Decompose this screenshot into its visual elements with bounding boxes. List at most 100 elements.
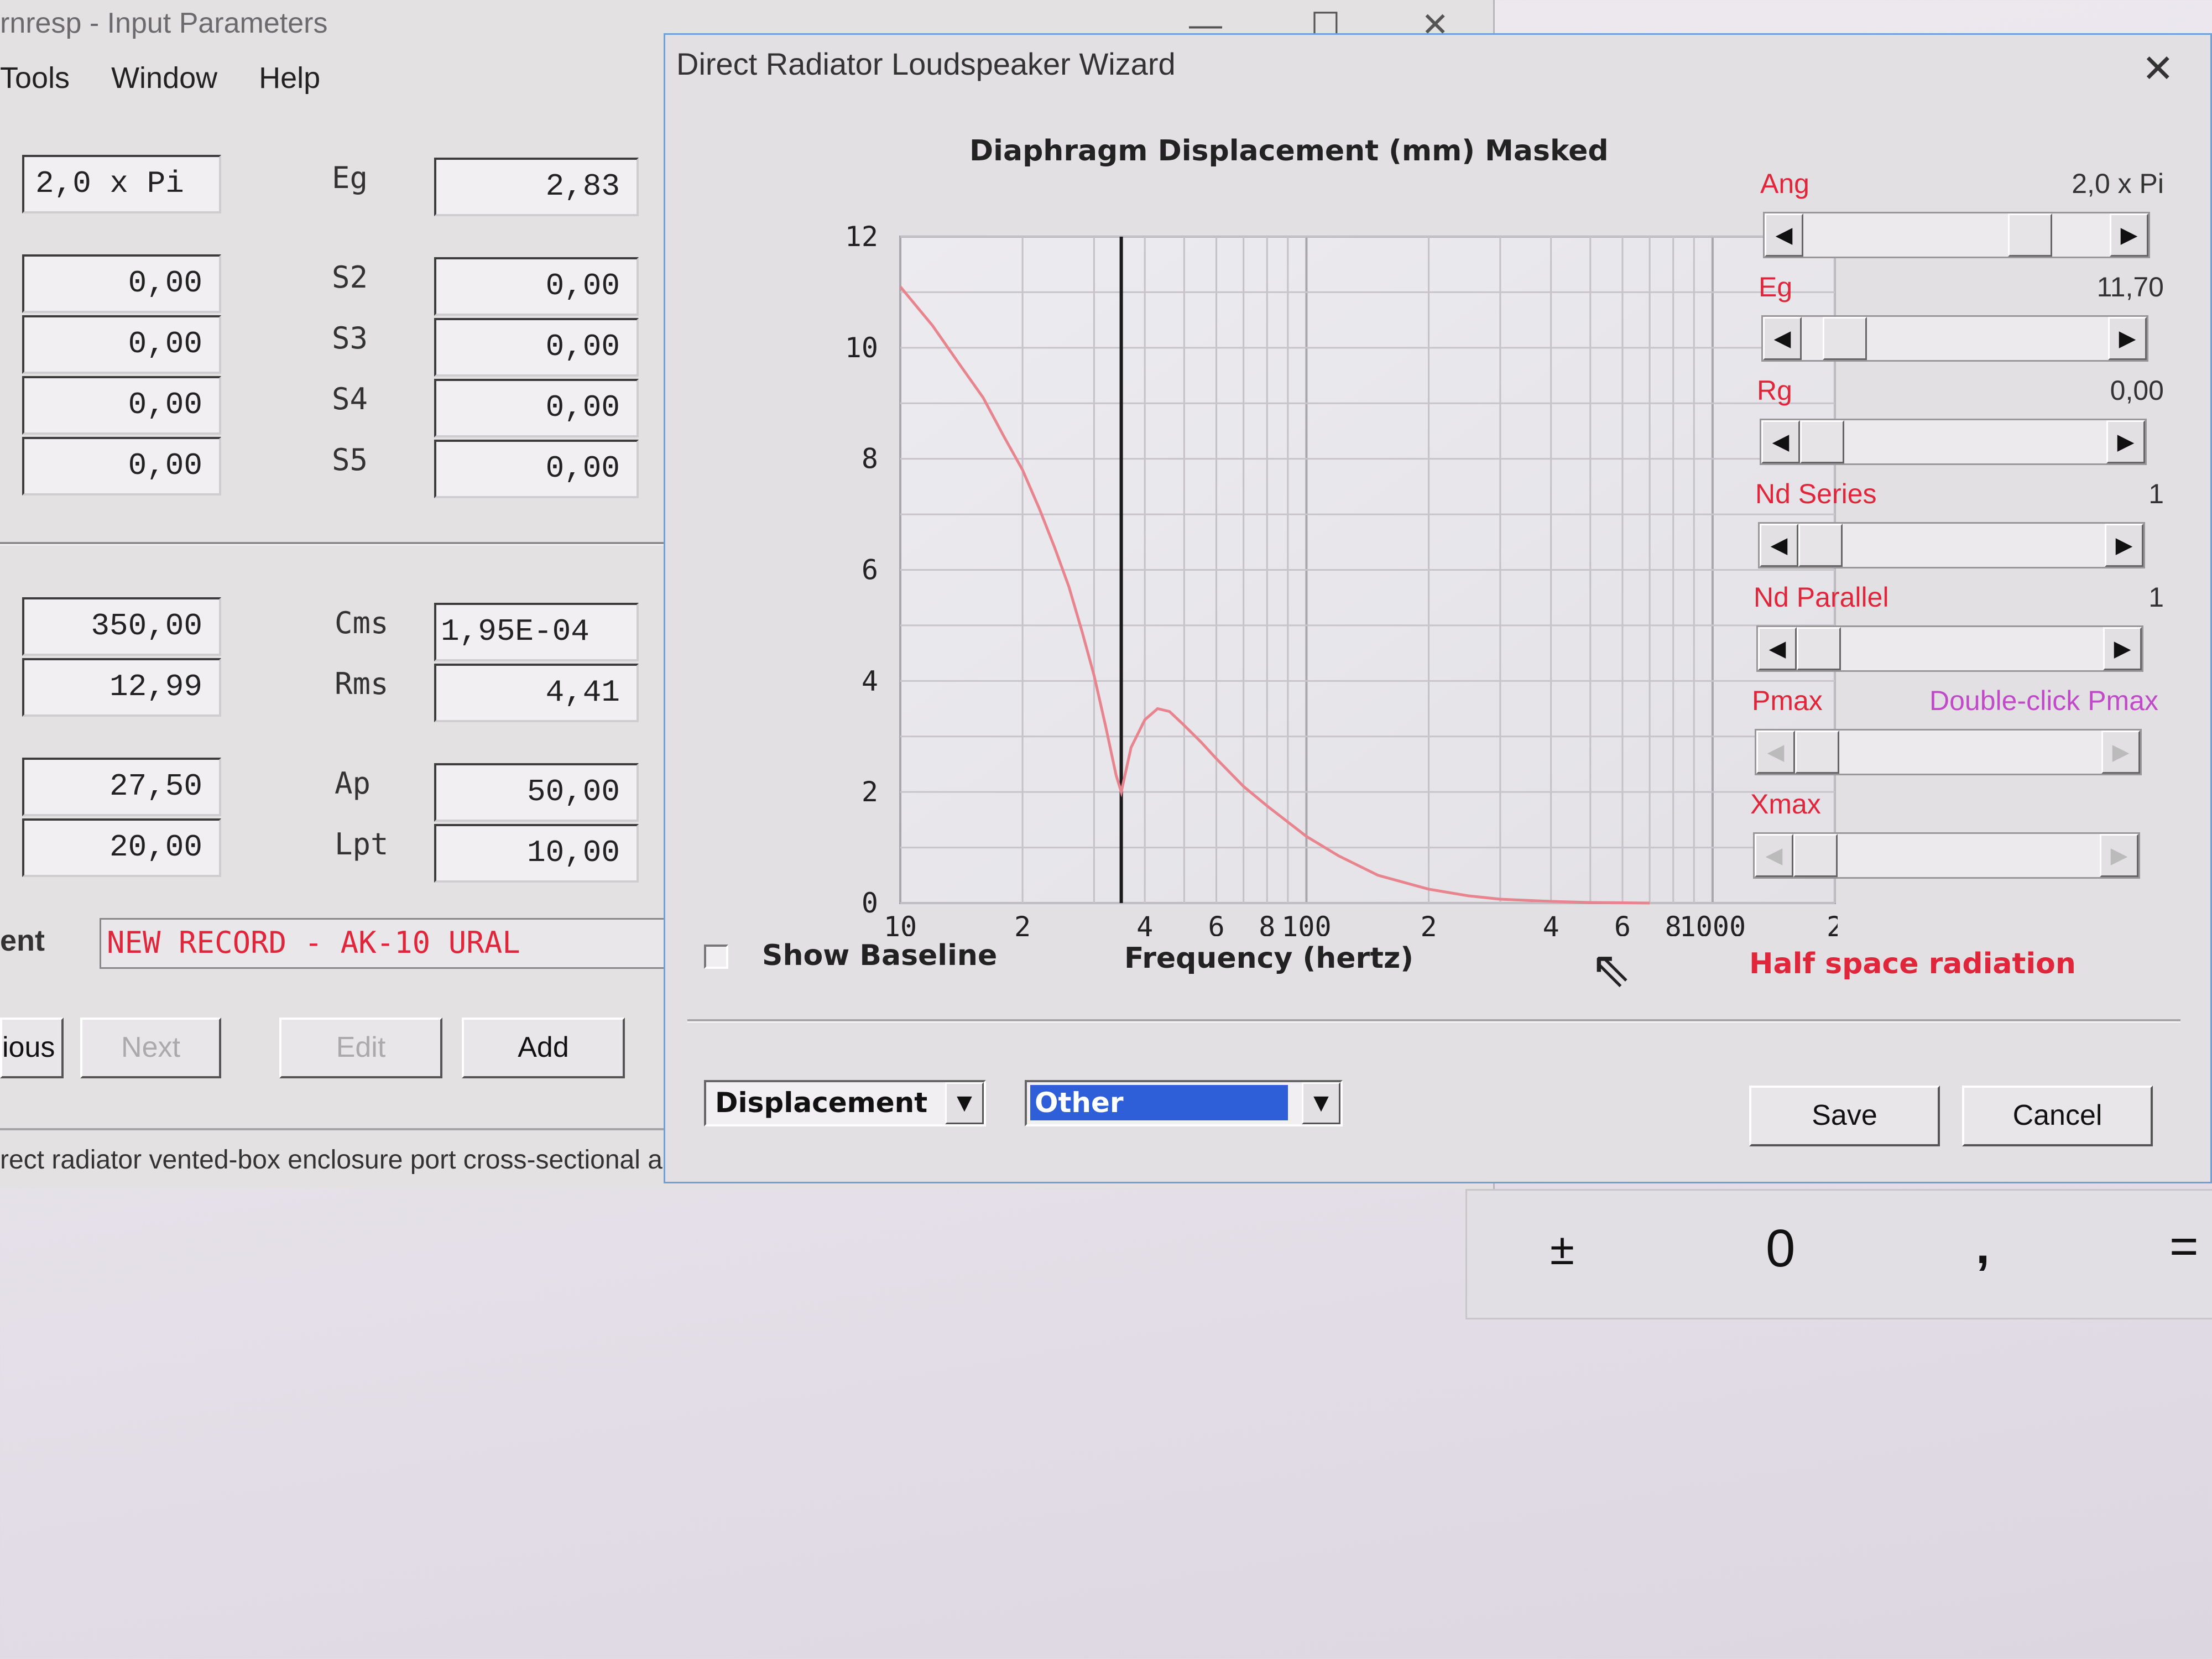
param-scrollbar[interactable]: ◀ ▶ xyxy=(1755,729,2142,775)
s2-left-field[interactable]: 0,00 xyxy=(22,315,221,374)
show-baseline-label[interactable]: Show Baseline xyxy=(762,939,997,972)
background-window-title: rnresp - Input Parameters xyxy=(0,7,328,39)
scroll-left-icon[interactable]: ◀ xyxy=(1755,834,1793,877)
scroll-left-icon[interactable]: ◀ xyxy=(1765,213,1803,257)
param-value: 1 xyxy=(2148,478,2164,509)
s4-field[interactable]: 0,00 xyxy=(434,379,639,437)
scroll-right-icon[interactable]: ▶ xyxy=(2100,834,2138,877)
label-rms: Rms xyxy=(335,666,389,701)
param-scrollbar[interactable]: ◀ ▶ xyxy=(1760,419,2147,465)
dialog-close-icon[interactable]: ✕ xyxy=(2142,46,2174,91)
edit-button[interactable]: Edit xyxy=(279,1018,442,1078)
next-button[interactable]: Next xyxy=(80,1018,221,1078)
angle-field[interactable]: 2,0 x Pi xyxy=(22,155,221,213)
menu-tools[interactable]: Tools xyxy=(0,61,70,95)
scroll-thumb[interactable] xyxy=(1798,524,1843,567)
menu-help[interactable]: Help xyxy=(259,61,320,95)
scroll-left-icon[interactable]: ◀ xyxy=(1758,627,1797,670)
option-value: Other xyxy=(1030,1085,1288,1120)
label-s5: S5 xyxy=(332,442,368,477)
s3-left-field[interactable]: 0,00 xyxy=(22,376,221,435)
param-label: Xmax xyxy=(1750,789,1821,820)
menu-bar: Tools Window Help xyxy=(0,61,353,95)
fs-field[interactable]: 350,00 xyxy=(22,597,221,656)
s1-left-field[interactable]: 0,00 xyxy=(22,254,221,313)
vb-field[interactable]: 27,50 xyxy=(22,758,221,816)
param-scrollbar[interactable]: ◀ ▶ xyxy=(1758,522,2145,568)
param-value[interactable]: Double-click Pmax xyxy=(1827,685,2158,717)
param-scrollbar[interactable]: ◀ ▶ xyxy=(1761,315,2148,362)
scroll-right-icon[interactable]: ▶ xyxy=(2103,627,2142,670)
label-cms: Cms xyxy=(335,606,389,640)
scroll-left-icon[interactable]: ◀ xyxy=(1761,420,1800,463)
x-tick-label: 1000 xyxy=(1679,911,1746,936)
y-tick-label: 4 xyxy=(862,665,878,697)
scroll-thumb[interactable] xyxy=(2007,213,2052,257)
scroll-thumb[interactable] xyxy=(1797,627,1841,670)
param-label: Nd Series xyxy=(1755,478,1877,509)
param-scrollbar[interactable]: ◀ ▶ xyxy=(1756,625,2143,672)
scroll-right-icon[interactable]: ▶ xyxy=(2101,731,2140,774)
label-s4: S4 xyxy=(332,382,368,416)
scroll-thumb[interactable] xyxy=(1822,317,1867,360)
s2-field[interactable]: 0,00 xyxy=(434,257,639,316)
scroll-thumb[interactable] xyxy=(1795,731,1839,774)
cms-field[interactable]: 1,95E-04 xyxy=(434,603,639,661)
scroll-left-icon[interactable]: ◀ xyxy=(1763,317,1802,360)
label-eg: Eg xyxy=(332,160,368,195)
fb-field[interactable]: 20,00 xyxy=(22,818,221,877)
zero-key[interactable]: 0 xyxy=(1766,1218,1795,1279)
dialog-title: Direct Radiator Loudspeaker Wizard xyxy=(676,46,1176,81)
x-tick-labels: 10 2 4 6 8 100 2 4 6 81000 2 xyxy=(884,911,1838,936)
status-separator xyxy=(0,1128,664,1130)
y-tick-label: 0 xyxy=(862,887,878,919)
scroll-thumb[interactable] xyxy=(1800,420,1844,463)
previous-button[interactable]: ious xyxy=(0,1018,64,1078)
param-label: Ang xyxy=(1760,168,1809,199)
scroll-right-icon[interactable]: ▶ xyxy=(2105,524,2143,567)
scroll-left-icon[interactable]: ◀ xyxy=(1756,731,1795,774)
param-scrollbar[interactable]: ◀ ▶ xyxy=(1753,832,2140,879)
scroll-right-icon[interactable]: ▶ xyxy=(2110,213,2148,257)
ap-field[interactable]: 50,00 xyxy=(434,763,639,822)
s5-field[interactable]: 0,00 xyxy=(434,440,639,498)
chevron-down-icon[interactable]: ▼ xyxy=(1302,1082,1340,1124)
qms-field[interactable]: 12,99 xyxy=(22,658,221,717)
param-value: 1 xyxy=(2148,582,2164,613)
s4-left-field[interactable]: 0,00 xyxy=(22,437,221,495)
scroll-right-icon[interactable]: ▶ xyxy=(2106,420,2145,463)
param-label: Eg xyxy=(1759,272,1793,302)
half-space-radiation-label: Half space radiation xyxy=(1749,947,2076,980)
add-button[interactable]: Add xyxy=(462,1018,625,1078)
decimal-key[interactable]: , xyxy=(1976,1218,1990,1275)
calculator-window: ± 0 , = xyxy=(1465,1189,2212,1319)
eg-field[interactable]: 2,83 xyxy=(434,158,639,216)
x-tick-label: 4 xyxy=(1543,911,1559,936)
x-tick-label: 100 xyxy=(1281,911,1331,936)
x-axis-label: Frequency (hertz) xyxy=(1124,942,1414,975)
chart-title: Diaphragm Displacement (mm) Masked xyxy=(969,134,1609,168)
wizard-dialog: Direct Radiator Loudspeaker Wizard ✕ Dia… xyxy=(664,33,2212,1183)
scroll-left-icon[interactable]: ◀ xyxy=(1760,524,1798,567)
scroll-right-icon[interactable]: ▶ xyxy=(2108,317,2147,360)
rms-field[interactable]: 4,41 xyxy=(434,664,639,722)
param-value: 11,70 xyxy=(2096,272,2164,302)
s3-field[interactable]: 0,00 xyxy=(434,318,639,377)
plus-minus-key[interactable]: ± xyxy=(1550,1224,1574,1275)
param-value: 2,0 x Pi xyxy=(2072,168,2164,199)
chevron-down-icon[interactable]: ▼ xyxy=(945,1082,984,1124)
scroll-thumb[interactable] xyxy=(1793,834,1838,877)
param-scrollbar[interactable]: ◀ ▶ xyxy=(1763,212,2150,258)
equals-key[interactable]: = xyxy=(2169,1218,2199,1275)
record-name-field[interactable]: NEW RECORD - AK-10 URAL xyxy=(100,918,675,969)
group-separator xyxy=(0,542,664,545)
cancel-button[interactable]: Cancel xyxy=(1962,1086,2153,1146)
option-select[interactable]: Other ▼ xyxy=(1025,1080,1343,1126)
label-s3: S3 xyxy=(332,321,368,356)
show-baseline-checkbox[interactable] xyxy=(704,945,728,969)
save-button[interactable]: Save xyxy=(1749,1086,1940,1146)
menu-window[interactable]: Window xyxy=(111,61,217,95)
lpt-field[interactable]: 10,00 xyxy=(434,824,639,883)
x-tick-label: 6 xyxy=(1614,911,1631,936)
plot-type-select[interactable]: Displacement ▼ xyxy=(704,1080,986,1126)
